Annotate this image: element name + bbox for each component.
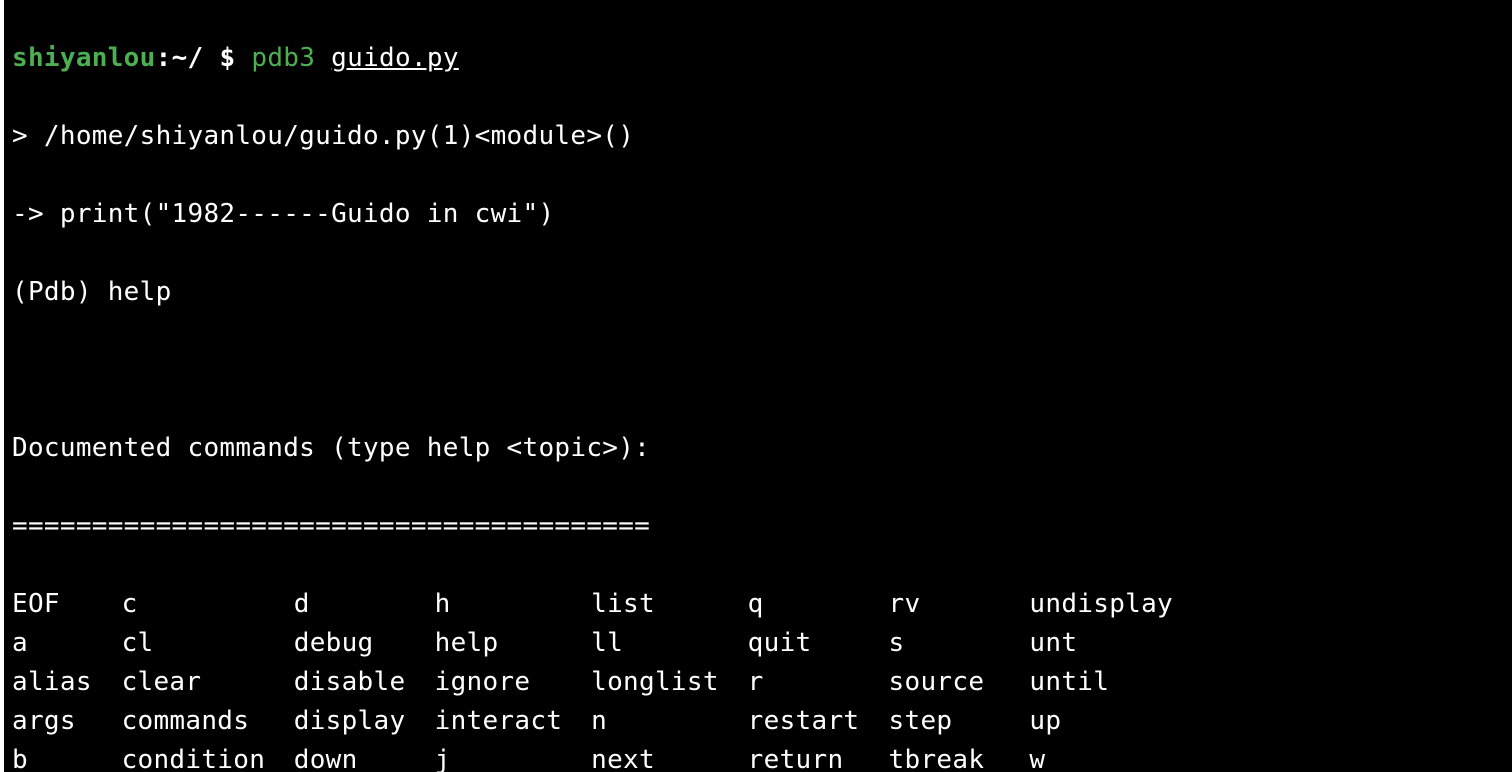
- prompt-user: shiyanlou: [12, 43, 156, 73]
- command-name: alias: [12, 663, 122, 702]
- command-name: b: [12, 741, 122, 772]
- command-name: ignore: [435, 663, 592, 702]
- command-name: h: [435, 585, 592, 624]
- command-name: clear: [122, 663, 294, 702]
- command-name: next: [591, 741, 748, 772]
- command-name: w: [1029, 741, 1186, 772]
- table-row: EOFcdhlistqrvundisplay: [12, 585, 1504, 624]
- prompt-space: [315, 43, 331, 73]
- command-name: condition: [122, 741, 294, 772]
- command-name: EOF: [12, 585, 122, 624]
- commands-table: EOFcdhlistqrvundisplayacldebughelpllquit…: [12, 585, 1504, 772]
- table-row: acldebughelpllquitsunt: [12, 624, 1504, 663]
- blank-line: [12, 351, 1504, 390]
- command-name: s: [889, 624, 1030, 663]
- prompt-dollar: $: [203, 43, 251, 73]
- command-name: disable: [294, 663, 435, 702]
- command-name: return: [748, 741, 889, 772]
- shell-prompt-line: shiyanlou:~/ $ pdb3 guido.py: [12, 39, 1504, 78]
- prompt-arg: guido.py: [331, 43, 459, 73]
- command-name: c: [122, 585, 294, 624]
- command-name: step: [889, 702, 1030, 741]
- command-name: j: [435, 741, 592, 772]
- prompt-path: ~/: [172, 43, 204, 73]
- command-name: undisplay: [1029, 585, 1186, 624]
- table-row: aliascleardisableignorelonglistrsourceun…: [12, 663, 1504, 702]
- command-name: until: [1029, 663, 1186, 702]
- command-name: d: [294, 585, 435, 624]
- command-name: a: [12, 624, 122, 663]
- command-name: ll: [591, 624, 748, 663]
- command-name: n: [591, 702, 748, 741]
- command-name: cl: [122, 624, 294, 663]
- command-name: r: [748, 663, 889, 702]
- prompt-hostsep: :: [156, 43, 172, 73]
- command-name: help: [435, 624, 592, 663]
- command-name: interact: [435, 702, 592, 741]
- prompt-command: pdb3: [251, 43, 315, 73]
- command-name: debug: [294, 624, 435, 663]
- pdb-current-line: -> print("1982------Guido in cwi"): [12, 195, 1504, 234]
- command-name: up: [1029, 702, 1186, 741]
- command-name: source: [889, 663, 1030, 702]
- command-name: longlist: [591, 663, 748, 702]
- command-name: tbreak: [889, 741, 1030, 772]
- documented-commands-heading: Documented commands (type help <topic>):: [12, 429, 1504, 468]
- command-name: q: [748, 585, 889, 624]
- command-name: display: [294, 702, 435, 741]
- documented-commands-separator: ========================================: [12, 507, 1504, 546]
- pdb-help-command: (Pdb) help: [12, 273, 1504, 312]
- command-name: unt: [1029, 624, 1186, 663]
- command-name: list: [591, 585, 748, 624]
- command-name: commands: [122, 702, 294, 741]
- command-name: args: [12, 702, 122, 741]
- command-name: rv: [889, 585, 1030, 624]
- command-name: restart: [748, 702, 889, 741]
- command-name: down: [294, 741, 435, 772]
- terminal[interactable]: shiyanlou:~/ $ pdb3 guido.py > /home/shi…: [0, 0, 1512, 772]
- table-row: bconditiondownjnextreturntbreakw: [12, 741, 1504, 772]
- pdb-location-line: > /home/shiyanlou/guido.py(1)<module>(): [12, 117, 1504, 156]
- command-name: quit: [748, 624, 889, 663]
- table-row: argscommandsdisplayinteractnrestartstepu…: [12, 702, 1504, 741]
